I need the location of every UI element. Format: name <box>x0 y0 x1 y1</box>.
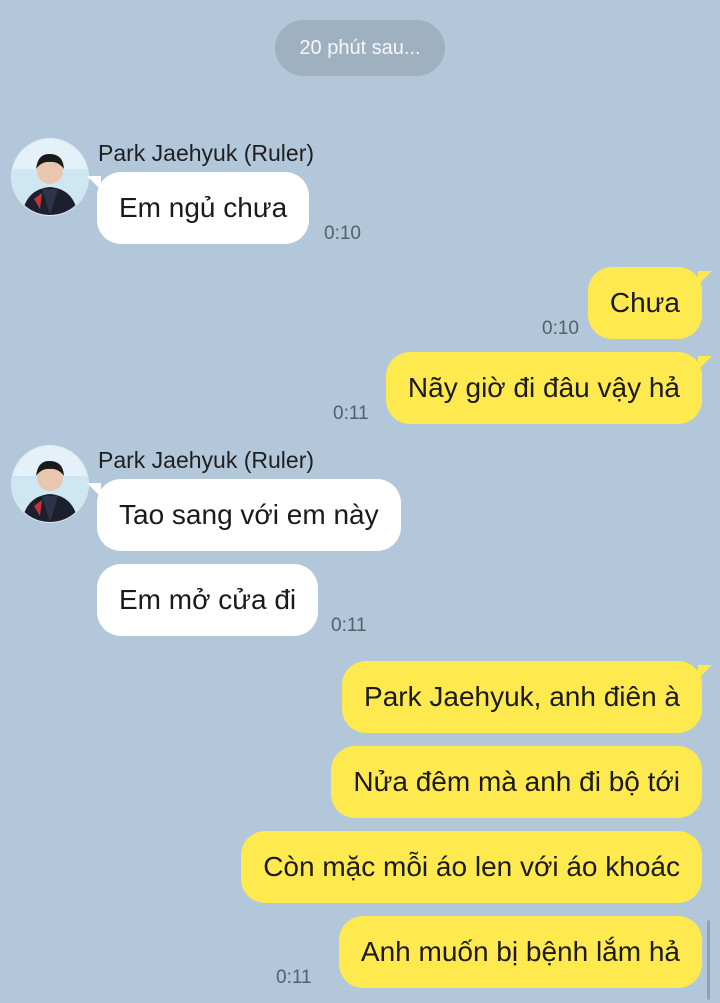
incoming-message-bubble[interactable]: Tao sang với em này <box>87 479 401 551</box>
incoming-message-bubble[interactable]: Em mở cửa đi <box>97 564 319 636</box>
message-text: Tao sang với em này <box>119 499 379 530</box>
bubble-tail <box>698 665 712 679</box>
message-time: 0:11 <box>276 967 312 988</box>
message-text: Còn mặc mỗi áo len với áo khoác <box>263 851 680 882</box>
message-time: 0:11 <box>331 615 367 636</box>
bubble-tail <box>698 271 712 285</box>
message-text: Park Jaehyuk, anh điên à <box>364 681 680 712</box>
message-text: Nãy giờ đi đâu vậy hả <box>407 372 680 403</box>
sender-name: Park Jaehyuk (Ruler) <box>98 140 315 166</box>
message-time: 0:11 <box>333 403 369 424</box>
message-text: Em ngủ chưa <box>119 192 288 223</box>
message-time: 0:10 <box>542 318 579 339</box>
outgoing-message-bubble[interactable]: Nửa đêm mà anh đi bộ tới <box>331 746 702 818</box>
message-time: 0:10 <box>324 223 361 244</box>
message-text: Anh muốn bị bệnh lắm hả <box>360 936 680 967</box>
outgoing-message-bubble[interactable]: Anh muốn bị bệnh lắm hả <box>338 916 702 988</box>
message-text: Chưa <box>609 287 680 318</box>
user-avatar-photo-icon <box>12 446 88 522</box>
bubble-tail <box>87 483 101 497</box>
message-text: Em mở cửa đi <box>119 584 297 615</box>
outgoing-message-bubble[interactable]: Còn mặc mỗi áo len với áo khoác <box>241 831 702 903</box>
time-divider: 20 phút sau... <box>275 20 445 76</box>
message-text: Nửa đêm mà anh đi bộ tới <box>353 766 680 797</box>
outgoing-message-bubble[interactable]: Park Jaehyuk, anh điên à <box>342 661 712 733</box>
user-avatar-photo-icon <box>12 139 88 215</box>
sender-avatar[interactable] <box>12 139 88 215</box>
sender-name: Park Jaehyuk (Ruler) <box>98 447 315 473</box>
time-divider-label: 20 phút sau... <box>299 36 421 59</box>
outgoing-message-bubble[interactable]: Nãy giờ đi đâu vậy hả <box>385 352 712 424</box>
scrollbar[interactable] <box>707 920 710 1000</box>
incoming-message-bubble[interactable]: Em ngủ chưa <box>87 172 310 244</box>
outgoing-message-bubble[interactable]: Chưa <box>587 267 712 339</box>
bubble-tail <box>698 356 712 370</box>
sender-avatar[interactable] <box>12 446 88 522</box>
bubble-tail <box>87 176 101 190</box>
